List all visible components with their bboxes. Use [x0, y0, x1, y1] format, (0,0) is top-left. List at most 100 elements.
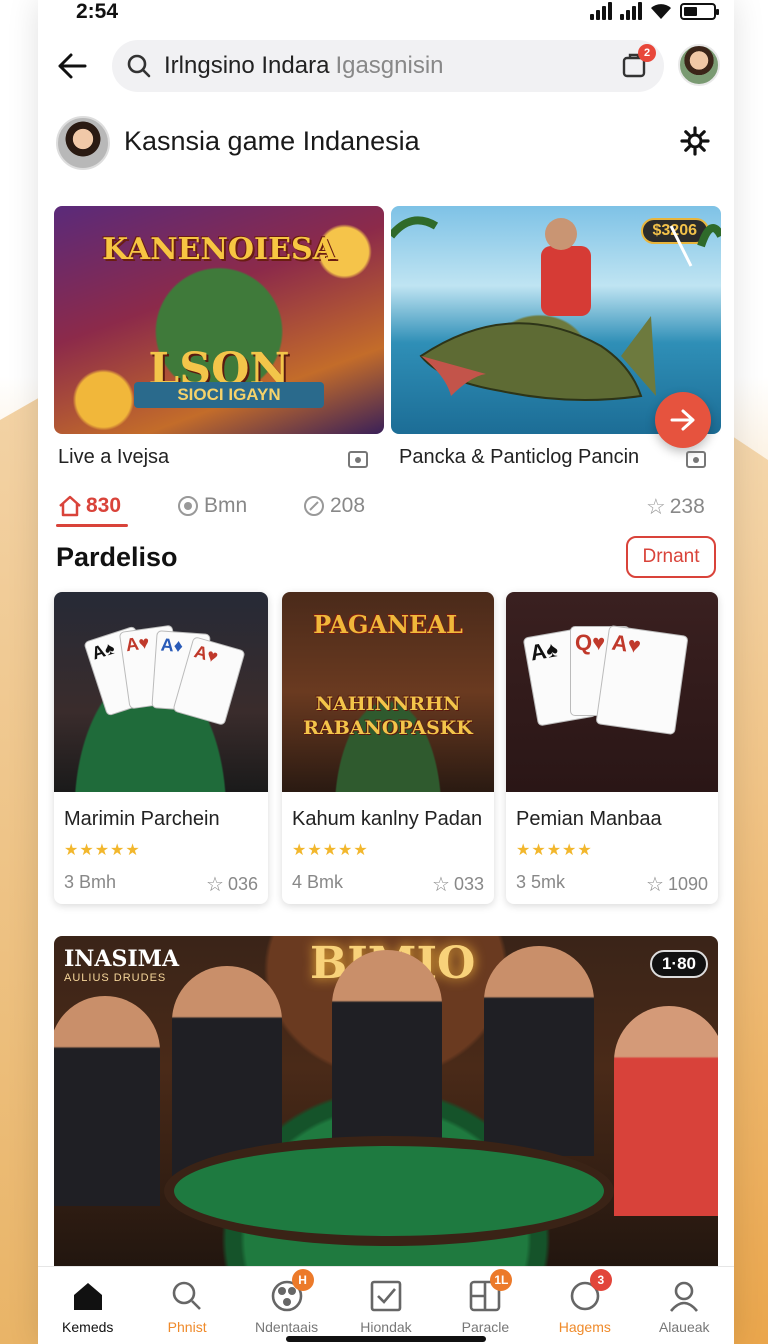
search-input[interactable]: Irlngsino Indara Igasgnisin	[112, 40, 664, 92]
game-card[interactable]: A♠ A♥ A♦ A♥ Marimin Parchein ★★★★★ 3 Bmh…	[54, 592, 268, 904]
game-count: ☆ 033	[432, 874, 484, 896]
search-query: Irlngsino Indara Igasgnisin	[164, 52, 444, 79]
signal-icon	[590, 2, 612, 20]
search-icon	[127, 54, 151, 78]
dealer-figure	[614, 1006, 718, 1216]
search-icon	[172, 1281, 202, 1310]
stat-time[interactable]: 208	[302, 494, 365, 518]
hero-1-banner-top: KANENOIESA	[102, 232, 336, 267]
nav-item-profile[interactable]: Alaueak	[635, 1267, 734, 1344]
stats-row: 830 Bmn 208 ☆ 238	[38, 490, 734, 530]
live-viewer-badge: 1·80	[649, 950, 708, 978]
nav-badge: H	[291, 1269, 314, 1291]
rating-stars: ★★★★★	[516, 842, 593, 859]
stat-home[interactable]: 830	[58, 494, 121, 518]
profile-row: Kasnsia game Indanesia	[38, 112, 734, 174]
nav-label: Phnist	[167, 1319, 207, 1335]
game-title: Pemian Manbaa	[516, 808, 662, 830]
section-action-button[interactable]: Drnant	[626, 536, 716, 578]
star-outline-icon: ☆	[432, 874, 450, 896]
hero-1-caption: Live a Ivejsa	[58, 446, 170, 468]
poker-table	[164, 1136, 614, 1246]
hero-card-slots[interactable]: KANENOIESA LSON SIOCI IGAYN	[54, 206, 384, 434]
home-indicator[interactable]	[286, 1336, 486, 1342]
status-time: 2:54	[76, 0, 119, 23]
stat-viewers[interactable]: Bmn	[176, 494, 247, 518]
clock-icon	[304, 496, 324, 516]
rating-stars: ★★★★★	[64, 842, 141, 859]
battery-icon	[680, 3, 719, 20]
nav-badge: 1L	[490, 1269, 513, 1291]
wifi-icon	[650, 2, 672, 20]
chat-icon: 3	[568, 1269, 612, 1313]
dealer-figure	[332, 950, 442, 1160]
nav-item-home[interactable]: Kemeds	[38, 1267, 137, 1344]
game-count: ☆ 1090	[646, 874, 708, 896]
status-bar: 2:54	[38, 0, 734, 26]
hero-1-banner-low: SIOCI IGAYN	[134, 382, 324, 408]
game-card[interactable]: PAGANEAL NAHINNRHN RABANOPASKK Kahum kan…	[282, 592, 494, 904]
nav-badge: 3	[589, 1269, 612, 1291]
live-brand: INASIMA	[64, 946, 180, 972]
hero-2-caption: Pancka & Panticlog Pancin	[399, 446, 640, 468]
top-header: Irlngsino Indara Igasgnisin 2	[38, 38, 734, 94]
notification-button[interactable]: 2	[620, 44, 656, 80]
profile-icon	[670, 1281, 699, 1312]
game-card[interactable]: A♠ Q♥ A♥ Pemian Manbaa ★★★★★ 3 5mk ☆ 1090	[506, 592, 718, 904]
stat-viewers-value: Bmn	[204, 494, 248, 517]
stat-rating[interactable]: ☆ 238	[646, 494, 705, 520]
stat-time-value: 208	[330, 494, 366, 517]
nav-label: Hagems	[558, 1319, 611, 1335]
nav-item-messages[interactable]: 3 Hagems	[535, 1267, 634, 1344]
arrow-right-icon	[670, 409, 695, 431]
game-banner: NAHINNRHN RABANOPASKK	[303, 693, 473, 739]
arrow-left-icon	[58, 53, 87, 79]
eye-icon	[178, 496, 198, 516]
gear-icon	[680, 126, 710, 156]
grid-icon: 1L	[468, 1269, 513, 1313]
user-avatar[interactable]	[678, 44, 720, 86]
game-thumbnail: A♠ A♥ A♦ A♥	[54, 592, 268, 792]
reel-icon: H	[270, 1269, 314, 1313]
dealer-figure	[484, 946, 594, 1156]
game-thumbnail: A♠ Q♥ A♥	[506, 592, 718, 792]
search-placeholder: Igasgnisin	[335, 52, 444, 79]
nav-label: Kemeds	[62, 1319, 114, 1335]
game-meta: 4 Bmk	[292, 872, 344, 892]
nav-item-tasks[interactable]: Hiondak	[336, 1267, 435, 1344]
camera-icon[interactable]	[684, 446, 708, 470]
phone-screen: 2:54 Irlngsino Indara Igasgnisin 2 Kasns…	[38, 0, 734, 1344]
profile-title: Kasnsia game Indanesia	[124, 126, 420, 156]
checkbox-icon	[370, 1280, 402, 1312]
live-table-banner[interactable]: INASIMA AULIUS DRUDES BIMIO 1·80	[54, 936, 718, 1266]
game-thumbnail: PAGANEAL NAHINNRHN RABANOPASKK	[282, 592, 494, 792]
nav-label: Paracle	[461, 1319, 510, 1335]
dealer-figure	[54, 996, 160, 1206]
section-title: Pardeliso	[56, 542, 178, 572]
star-outline-icon: ☆	[206, 874, 224, 896]
nav-label: Ndentaais	[255, 1319, 319, 1335]
profile-avatar[interactable]	[56, 116, 110, 170]
stat-home-value: 830	[86, 494, 122, 517]
camera-icon[interactable]	[346, 446, 370, 470]
back-button[interactable]	[54, 48, 90, 84]
nav-item-grid[interactable]: 1L Paracle	[436, 1267, 535, 1344]
status-icons	[590, 2, 719, 20]
bottom-navigation: Kemeds Phnist H Ndentaais Hiondak 1L Par…	[38, 1266, 734, 1344]
nav-item-search[interactable]: Phnist	[137, 1267, 236, 1344]
next-arrow-button[interactable]	[655, 392, 711, 448]
card-graphic: A♥	[595, 624, 689, 736]
nav-item-reels[interactable]: H Ndentaais	[237, 1267, 336, 1344]
nav-label: Alaueak	[658, 1319, 710, 1335]
game-title: Kahum kanlny Padan	[292, 808, 483, 830]
settings-button[interactable]	[680, 126, 710, 156]
notification-badge: 2	[638, 44, 656, 62]
rating-stars: ★★★★★	[292, 842, 369, 859]
game-meta: 3 Bmh	[64, 872, 117, 892]
game-meta: 3 5mk	[516, 872, 566, 892]
stat-active-indicator	[56, 524, 128, 527]
house-icon	[59, 495, 81, 517]
game-title: Marimin Parchein	[64, 808, 220, 830]
signal-icon-2	[620, 2, 642, 20]
game-count: ☆ 036	[206, 874, 258, 896]
